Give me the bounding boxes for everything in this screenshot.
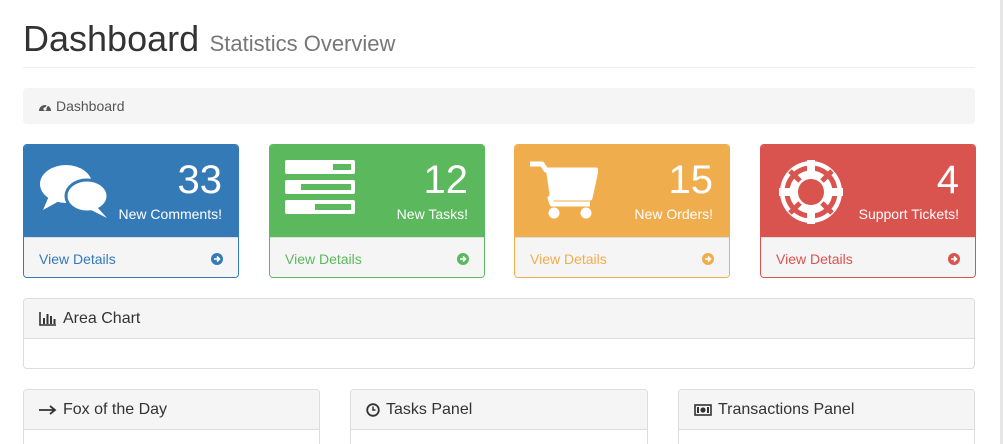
breadcrumb: Dashboard — [23, 88, 975, 124]
orders-count: 15 — [668, 158, 714, 202]
page-title: Dashboard — [23, 18, 200, 59]
comments-count: 33 — [177, 158, 223, 202]
tasks-label: New Tasks! — [396, 206, 468, 222]
area-chart-panel-heading: Area Chart — [24, 299, 974, 339]
breadcrumb-item-dashboard: Dashboard — [56, 98, 125, 114]
comments-card-header: 33 New Comments! — [24, 145, 238, 237]
arrow-circle-right-icon — [211, 252, 223, 265]
comments-card: 33 New Comments! View Details — [23, 144, 239, 278]
orders-view-details-link[interactable]: View Details — [515, 237, 729, 277]
tasks-icon — [285, 160, 357, 221]
area-chart-panel: Area Chart — [23, 298, 975, 369]
fox-of-the-day-panel: Fox of the Day — [23, 389, 320, 444]
view-details-label: View Details — [39, 250, 116, 267]
orders-label: New Orders! — [634, 206, 713, 222]
support-tickets-count: 4 — [936, 158, 959, 202]
view-details-label: View Details — [776, 250, 853, 267]
shopping-cart-icon — [530, 160, 599, 225]
transactions-panel-heading: Transactions Panel — [679, 390, 974, 430]
tasks-panel-title: Tasks Panel — [386, 400, 473, 418]
support-tickets-view-details-link[interactable]: View Details — [761, 237, 975, 277]
money-icon — [694, 403, 712, 416]
support-tickets-label: Support Tickets! — [858, 206, 959, 222]
bar-chart-icon — [39, 311, 57, 326]
fox-panel-title: Fox of the Day — [63, 400, 168, 418]
arrow-circle-right-icon — [457, 252, 469, 265]
tasks-card: 12 New Tasks! View Details — [269, 144, 485, 278]
view-details-label: View Details — [530, 250, 607, 267]
transactions-panel-title: Transactions Panel — [718, 400, 855, 418]
orders-card: 15 New Orders! View Details — [514, 144, 730, 278]
support-tickets-card-header: 4 Support Tickets! — [761, 145, 975, 237]
tasks-panel: Tasks Panel — [350, 389, 648, 444]
page-subtitle: Statistics Overview — [209, 31, 396, 56]
transactions-panel: Transactions Panel — [678, 389, 975, 444]
comments-icon — [39, 160, 111, 225]
tasks-view-details-link[interactable]: View Details — [270, 237, 484, 277]
comments-view-details-link[interactable]: View Details — [24, 237, 238, 277]
tasks-panel-heading: Tasks Panel — [351, 390, 647, 430]
support-tickets-card: 4 Support Tickets! View Details — [760, 144, 976, 278]
comments-label: New Comments! — [118, 206, 222, 222]
fox-panel-heading: Fox of the Day — [24, 390, 319, 430]
view-details-label: View Details — [285, 250, 362, 267]
tasks-count: 12 — [423, 158, 469, 202]
dashboard-icon — [38, 100, 52, 112]
arrow-circle-right-icon — [948, 252, 960, 265]
arrow-circle-right-icon — [702, 252, 714, 265]
long-arrow-right-icon — [39, 404, 57, 415]
page-header: Dashboard Statistics Overview — [23, 18, 975, 68]
area-chart-title: Area Chart — [63, 309, 141, 327]
life-ring-icon — [776, 160, 846, 229]
clock-icon — [366, 402, 380, 417]
tasks-card-header: 12 New Tasks! — [270, 145, 484, 237]
orders-card-header: 15 New Orders! — [515, 145, 729, 237]
